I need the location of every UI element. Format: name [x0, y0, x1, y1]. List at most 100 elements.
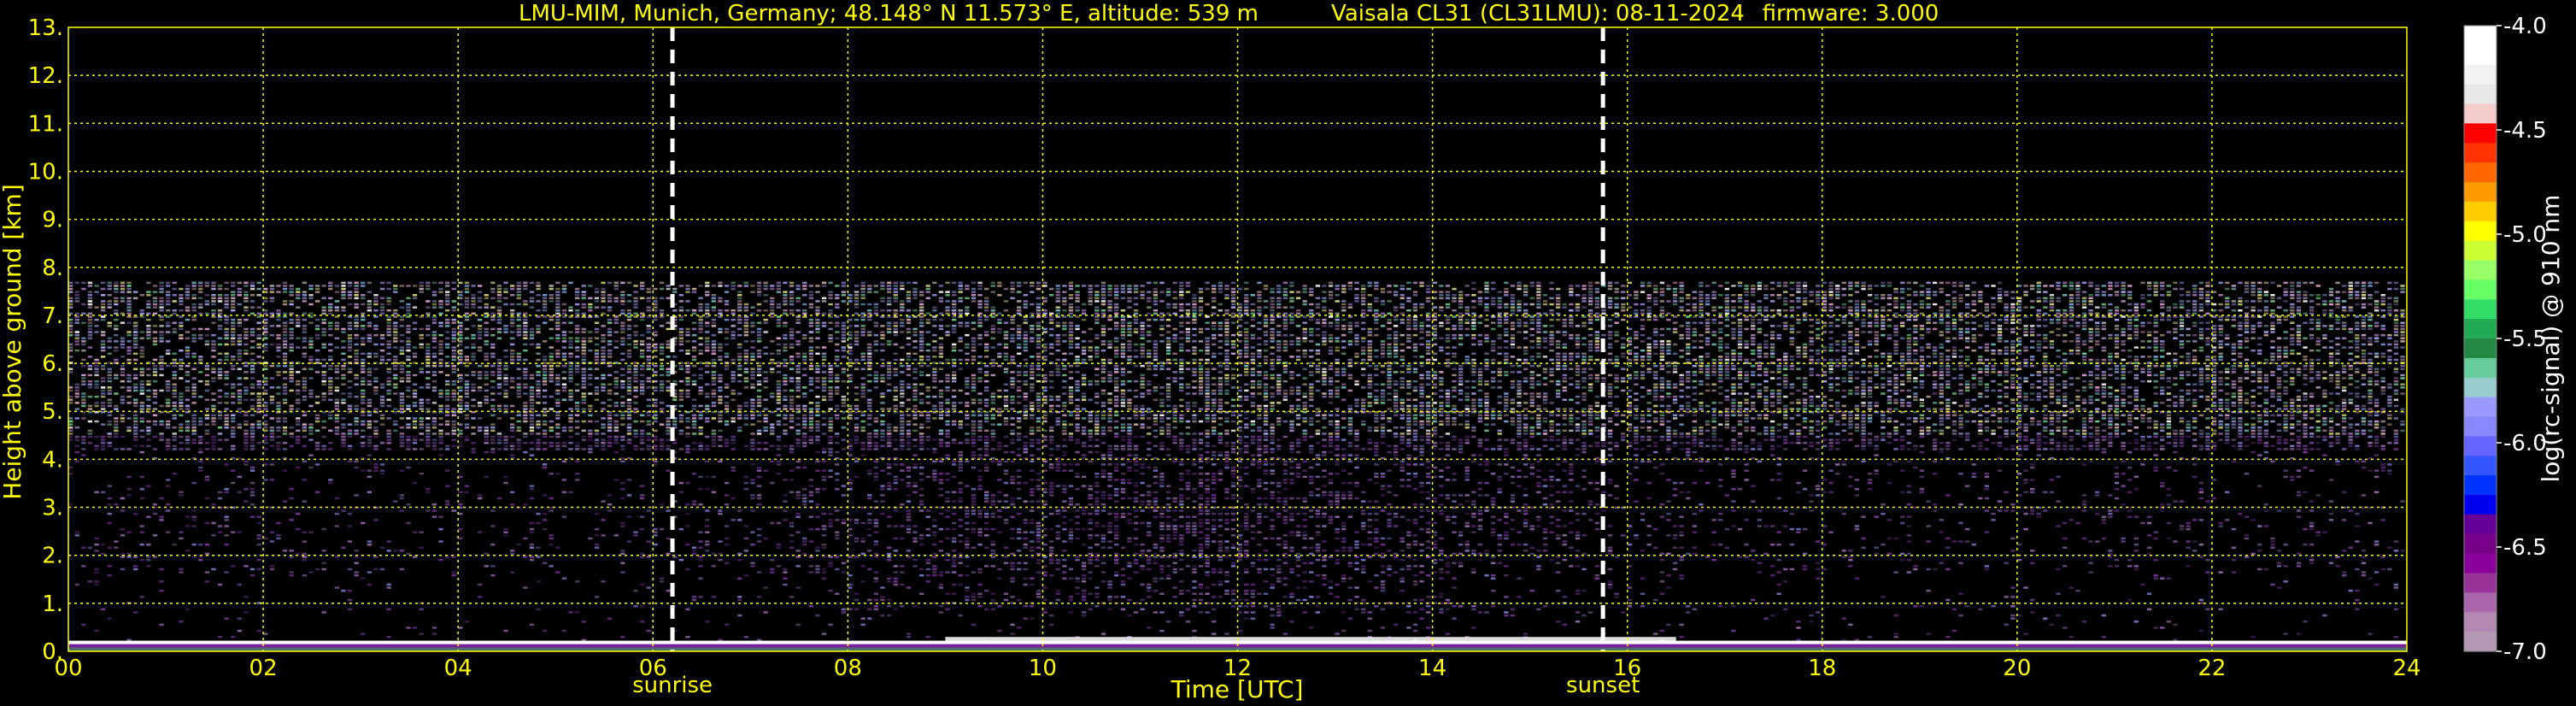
- heatmap-cell: [516, 543, 521, 546]
- heatmap-cell: [893, 291, 898, 293]
- heatmap-cell: [640, 556, 645, 558]
- heatmap-cell: [691, 312, 697, 315]
- heatmap-cell: [737, 318, 742, 321]
- heatmap-cell: [893, 608, 898, 611]
- heatmap-cell: [601, 340, 606, 343]
- heatmap-cell: [828, 438, 833, 441]
- heatmap-cell: [626, 300, 632, 303]
- heatmap-cell: [705, 325, 710, 327]
- heatmap-cell: [561, 427, 567, 429]
- heatmap-cell: [296, 321, 301, 324]
- heatmap-cell: [237, 368, 242, 370]
- heatmap-cell: [867, 389, 872, 392]
- heatmap-cell: [224, 438, 229, 441]
- heatmap-cell: [561, 383, 567, 385]
- heatmap-cell: [263, 346, 268, 349]
- heatmap-cell: [529, 432, 535, 435]
- heatmap-cell: [893, 438, 898, 441]
- heatmap-cell: [815, 402, 820, 404]
- heatmap-cell: [731, 281, 736, 285]
- heatmap-cell: [179, 321, 184, 324]
- heatmap-cell: [354, 429, 359, 432]
- heatmap-cell: [81, 281, 86, 285]
- heatmap-cell: [705, 404, 710, 408]
- heatmap-cell: [172, 543, 177, 546]
- heatmap-cell: [198, 281, 203, 285]
- heatmap-cell: [867, 438, 872, 441]
- heatmap-cell: [555, 571, 560, 574]
- heatmap-cell: [458, 503, 463, 506]
- heatmap-cell: [373, 386, 378, 389]
- heatmap-cell: [555, 377, 560, 379]
- heatmap-cell: [289, 427, 294, 429]
- heatmap-cell: [633, 395, 638, 398]
- heatmap-cell: [406, 408, 411, 410]
- heatmap-cell: [685, 444, 690, 448]
- heatmap-cell: [302, 331, 307, 333]
- heatmap-cell: [139, 294, 144, 297]
- heatmap-cell: [114, 435, 119, 438]
- heatmap-cell: [471, 325, 476, 327]
- heatmap-cell: [224, 414, 229, 417]
- heatmap-cell: [282, 287, 288, 291]
- heatmap-cell: [860, 327, 866, 331]
- heatmap-cell: [893, 309, 898, 312]
- heatmap-cell: [249, 285, 255, 287]
- heatmap-cell: [561, 364, 567, 368]
- heatmap-cell: [185, 435, 191, 438]
- heatmap-cell: [211, 368, 216, 370]
- heatmap-cell: [626, 404, 632, 408]
- heatmap-cell: [543, 379, 548, 383]
- heatmap-cell: [224, 287, 229, 291]
- heatmap-cell: [367, 371, 372, 374]
- heatmap-cell: [68, 386, 73, 389]
- heatmap-cell: [860, 356, 866, 358]
- heatmap-cell: [87, 300, 93, 303]
- heatmap-cell: [296, 294, 301, 297]
- heatmap-cell: [107, 497, 112, 500]
- heatmap-cell: [835, 435, 840, 438]
- heatmap-cell: [133, 556, 138, 558]
- heatmap-cell: [543, 340, 548, 343]
- heatmap-cell: [640, 318, 645, 321]
- heatmap-cell: [256, 515, 261, 518]
- heatmap-cell: [808, 306, 813, 309]
- heatmap-cell: [101, 331, 106, 333]
- heatmap-cell: [198, 435, 203, 438]
- heatmap-cell: [289, 444, 294, 448]
- heatmap-cell: [94, 374, 99, 377]
- heatmap-cell: [731, 466, 736, 469]
- heatmap-cell: [711, 321, 716, 324]
- heatmap-cell: [900, 414, 905, 417]
- heatmap-cell: [802, 423, 807, 426]
- heatmap-cell: [126, 300, 132, 303]
- heatmap-cell: [289, 327, 294, 331]
- heatmap-cell: [296, 318, 301, 321]
- heatmap-cell: [296, 512, 301, 515]
- heatmap-cell: [204, 543, 209, 546]
- heatmap-cell: [347, 395, 353, 398]
- heatmap-cell: [308, 315, 314, 318]
- heatmap-cell: [510, 429, 515, 432]
- heatmap-cell: [873, 556, 878, 558]
- heatmap-cell: [756, 596, 762, 598]
- heatmap-cell: [334, 525, 339, 527]
- heatmap-cell: [81, 442, 86, 444]
- heatmap-cell: [620, 460, 625, 463]
- heatmap-cell: [698, 331, 703, 333]
- heatmap-cell: [367, 402, 372, 404]
- heatmap-cell: [848, 556, 853, 558]
- heatmap-cell: [217, 325, 223, 327]
- heatmap-cell: [503, 438, 508, 441]
- heatmap-cell: [873, 540, 878, 543]
- heatmap-cell: [237, 333, 242, 337]
- heatmap-cell: [510, 287, 515, 291]
- heatmap-cell: [172, 448, 177, 450]
- heatmap-cell: [536, 383, 541, 385]
- heatmap-cell: [438, 312, 443, 315]
- heatmap-cell: [451, 364, 456, 368]
- heatmap-cell: [126, 340, 132, 343]
- heatmap-cell: [451, 318, 456, 321]
- heatmap-cell: [308, 312, 314, 315]
- heatmap-cell: [568, 368, 573, 370]
